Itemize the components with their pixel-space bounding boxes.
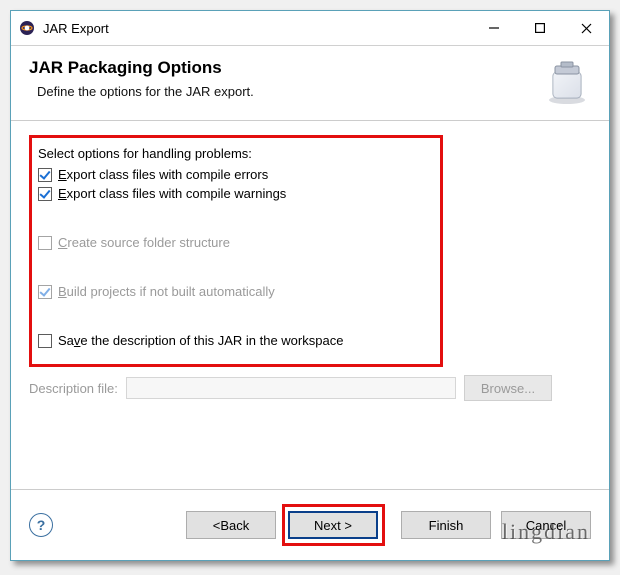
- checkbox-icon: [38, 187, 52, 201]
- wizard-title: JAR Packaging Options: [29, 58, 254, 78]
- checkbox-label: Create source folder structure: [58, 235, 230, 250]
- back-button[interactable]: < Back: [186, 511, 276, 539]
- next-highlight: Next >: [282, 504, 385, 546]
- browse-button: Browse...: [464, 375, 552, 401]
- description-file-input: [126, 377, 456, 399]
- checkbox-export-errors[interactable]: Export class files with compile errors: [38, 167, 430, 182]
- description-file-row: Description file: Browse...: [29, 375, 591, 401]
- checkbox-build-projects: Build projects if not built automaticall…: [38, 284, 430, 299]
- eclipse-icon: [19, 20, 35, 36]
- content-area: Select options for handling problems: Ex…: [11, 121, 609, 489]
- checkbox-label: Save the description of this JAR in the …: [58, 333, 343, 348]
- jar-icon: [543, 58, 591, 106]
- checkbox-label: Export class files with compile warnings: [58, 186, 286, 201]
- checkbox-icon: [38, 168, 52, 182]
- checkbox-icon: [38, 334, 52, 348]
- checkbox-label: Build projects if not built automaticall…: [58, 284, 275, 299]
- wizard-banner: JAR Packaging Options Define the options…: [11, 46, 609, 121]
- dialog-window: JAR Export JAR Packaging Options Define …: [10, 10, 610, 561]
- description-file-label: Description file:: [29, 381, 118, 396]
- checkbox-icon: [38, 285, 52, 299]
- footer-buttons: < Back Next > Finish Cancel: [187, 504, 591, 546]
- checkbox-label: Export class files with compile errors: [58, 167, 268, 182]
- checkbox-export-warnings[interactable]: Export class files with compile warnings: [38, 186, 430, 201]
- window-title: JAR Export: [43, 21, 471, 36]
- next-button[interactable]: Next >: [288, 511, 378, 539]
- close-button[interactable]: [563, 12, 609, 45]
- wizard-footer: ? < Back Next > Finish Cancel: [11, 489, 609, 560]
- checkbox-save-description[interactable]: Save the description of this JAR in the …: [38, 333, 430, 348]
- highlighted-options: Select options for handling problems: Ex…: [29, 135, 443, 367]
- section-label: Select options for handling problems:: [38, 146, 430, 161]
- checkbox-create-source: Create source folder structure: [38, 235, 430, 250]
- help-icon[interactable]: ?: [29, 513, 53, 537]
- wizard-description: Define the options for the JAR export.: [37, 84, 254, 99]
- minimize-button[interactable]: [471, 12, 517, 45]
- maximize-button[interactable]: [517, 12, 563, 45]
- checkbox-icon: [38, 236, 52, 250]
- finish-button[interactable]: Finish: [401, 511, 491, 539]
- titlebar: JAR Export: [11, 11, 609, 46]
- cancel-button[interactable]: Cancel: [501, 511, 591, 539]
